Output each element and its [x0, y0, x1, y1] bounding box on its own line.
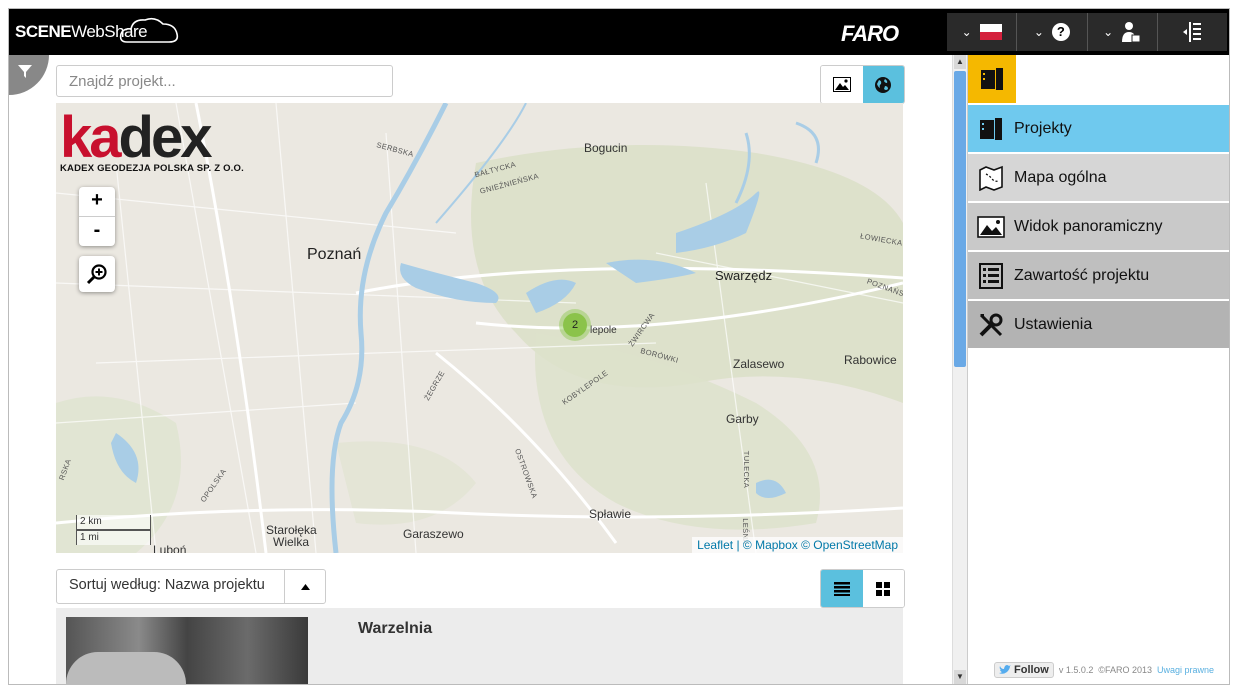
cloud-icon	[119, 17, 179, 43]
top-bar: SCENEWebShare FARO ⌄ ⌄ ? ⌄	[9, 9, 1229, 55]
place-label: Garby	[726, 412, 759, 426]
view-toggle	[820, 65, 905, 104]
filter-icon	[18, 65, 32, 78]
polish-flag-icon	[979, 24, 1002, 40]
version-label: v 1.5.0.2	[1058, 665, 1094, 675]
twitter-bird-icon	[999, 665, 1011, 674]
menu-item-ustawienia[interactable]: Ustawienia	[968, 301, 1229, 348]
place-label: Luboń	[153, 543, 187, 553]
language-button[interactable]: ⌄	[947, 13, 1016, 51]
place-label: Wielka	[273, 535, 310, 549]
projects-tab[interactable]	[968, 55, 1016, 103]
place-label: Rabowice	[844, 353, 897, 367]
menu-item-zawartosc-projektu[interactable]: Zawartość projektu	[968, 252, 1229, 299]
copyright-label: ©FARO 2013	[1098, 665, 1153, 675]
filter-toggle[interactable]	[9, 55, 49, 95]
zoom-control: + -	[79, 187, 115, 246]
list-layout-button[interactable]	[821, 570, 863, 607]
globe-icon	[875, 76, 892, 93]
project-list-item[interactable]: Warzelnia	[56, 608, 903, 684]
list-icon	[833, 581, 850, 596]
scroll-down-arrow[interactable]: ▼	[954, 670, 966, 684]
scroll-thumb[interactable]	[954, 71, 966, 367]
place-label: Bogucin	[584, 141, 628, 155]
legal-link[interactable]: Uwagi prawne	[1157, 665, 1214, 675]
zoom-out-button[interactable]: -	[79, 217, 115, 246]
place-label: Garaszewo	[403, 527, 464, 541]
kadex-logo: kadex KADEX GEODEZJA POLSKA SP. Z O.O.	[60, 105, 244, 175]
content-list-icon	[968, 262, 1014, 289]
chevron-down-icon: ⌄	[1033, 25, 1044, 39]
help-button[interactable]: ⌄ ?	[1016, 13, 1086, 51]
project-title[interactable]: Warzelnia	[358, 620, 432, 638]
tools-icon	[968, 312, 1014, 338]
zoom-in-button[interactable]: +	[79, 187, 115, 217]
scroll-up-arrow[interactable]: ▲	[954, 55, 966, 69]
magnifier-plus-icon	[86, 264, 107, 285]
app-logo: SCENEWebShare	[15, 17, 179, 43]
help-icon: ?	[1051, 23, 1070, 41]
project-cluster-marker[interactable]: 2	[559, 309, 591, 341]
place-label: Spławie	[589, 507, 632, 521]
menu-item-projekty[interactable]: Projekty	[968, 105, 1229, 152]
layout-toggle	[820, 569, 905, 608]
search-input[interactable]	[56, 65, 393, 97]
user-icon	[1122, 22, 1141, 43]
right-panel: Projekty Mapa ogólna Widok panoramiczny …	[967, 55, 1229, 684]
twitter-follow-button[interactable]: Follow	[994, 662, 1054, 678]
sort-control: Sortuj według: Nazwa projektu	[56, 569, 326, 604]
projects-icon	[968, 117, 1014, 141]
chevron-down-icon: ⌄	[1103, 25, 1114, 39]
caret-up-icon	[300, 583, 310, 590]
place-label: Zalasewo	[733, 357, 785, 371]
map-attribution: Leaflet | © Mapbox © OpenStreetMap	[692, 537, 903, 553]
map-view[interactable]: kadex KADEX GEODEZJA POLSKA SP. Z O.O. +…	[56, 103, 903, 553]
panorama-icon	[968, 215, 1014, 238]
menu-item-widok-panoramiczny[interactable]: Widok panoramiczny	[968, 203, 1229, 250]
zoom-extent-button[interactable]	[79, 256, 115, 292]
image-view-button[interactable]	[821, 66, 863, 103]
sort-direction-button[interactable]	[284, 570, 325, 603]
map-view-button[interactable]	[862, 66, 904, 103]
attribution-text[interactable]: | © Mapbox © OpenStreetMap	[736, 538, 898, 552]
sidebar-list-icon	[1183, 22, 1202, 42]
place-label: lepole	[590, 325, 617, 336]
projects-icon	[981, 68, 1003, 90]
place-label: Swarzędz	[715, 268, 773, 283]
user-button[interactable]: ⌄	[1086, 13, 1157, 51]
toolbar-right: ⌄ ⌄ ? ⌄	[947, 13, 1227, 51]
map-scale: 2 km 1 mi	[76, 515, 151, 545]
nav-menu: Projekty Mapa ogólna Widok panoramiczny …	[968, 105, 1229, 350]
leaflet-link[interactable]: Leaflet	[697, 538, 733, 552]
sort-select[interactable]: Sortuj według: Nazwa projektu	[57, 570, 284, 603]
road-label: TULECKA	[742, 450, 752, 489]
chevron-down-icon: ⌄	[961, 25, 972, 39]
faro-logo: FARO	[841, 21, 899, 46]
image-icon	[832, 77, 851, 92]
grid-layout-button[interactable]	[862, 570, 904, 607]
panel-toggle-button[interactable]	[1156, 13, 1227, 51]
scrollbar[interactable]: ▲ ▼	[952, 55, 967, 684]
place-label: Poznań	[307, 246, 362, 263]
project-thumbnail[interactable]	[66, 617, 308, 684]
menu-item-mapa-ogolna[interactable]: Mapa ogólna	[968, 154, 1229, 201]
footer: Follow v 1.5.0.2 ©FARO 2013 Uwagi prawne	[994, 662, 1214, 678]
map-icon	[968, 165, 1014, 191]
app-window: SCENEWebShare FARO ⌄ ⌄ ? ⌄ Znajdź projek…	[8, 8, 1230, 685]
grid-icon	[876, 581, 891, 596]
